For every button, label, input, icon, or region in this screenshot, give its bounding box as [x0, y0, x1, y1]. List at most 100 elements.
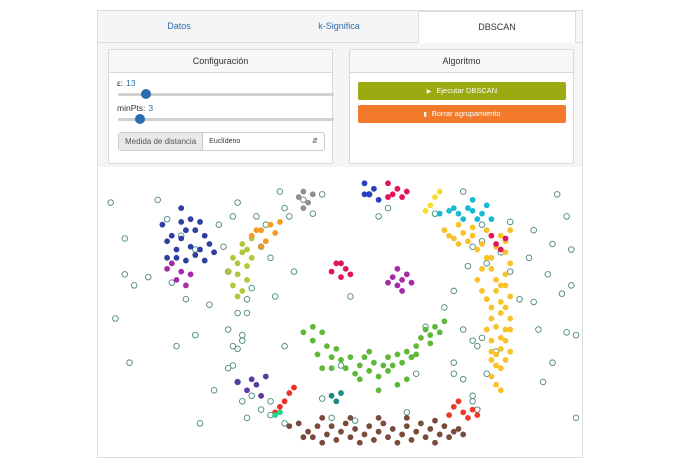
cluster-point [347, 414, 354, 421]
cluster-point [403, 414, 410, 421]
cluster-point [328, 365, 335, 372]
cluster-point [427, 202, 434, 209]
cluster-point [441, 227, 448, 234]
cluster-point [502, 337, 509, 344]
tab-dbscan[interactable]: DBSCAN [418, 11, 576, 43]
minpts-slider[interactable] [118, 114, 334, 124]
cluster-point [225, 268, 232, 275]
noise-point [553, 191, 561, 198]
noise-point [163, 215, 171, 223]
cluster-point [366, 348, 373, 355]
cluster-point [361, 180, 368, 187]
noise-point [173, 342, 180, 350]
cluster-point [450, 403, 457, 410]
cluster-point [488, 265, 495, 272]
cluster-point [173, 246, 180, 253]
noise-point [309, 210, 317, 217]
cluster-point [385, 368, 391, 374]
noise-point [478, 334, 486, 342]
cluster-point [338, 357, 344, 363]
cluster-point [418, 334, 424, 341]
cluster-point [230, 282, 236, 289]
cluster-point [267, 221, 274, 228]
cluster-point [497, 365, 504, 372]
noise-point [112, 315, 119, 322]
cluster-point [333, 398, 340, 405]
cluster-point [488, 337, 495, 344]
noise-point [535, 326, 542, 333]
cluster-point [319, 365, 326, 372]
cluster-point [234, 293, 241, 300]
cluster-point [394, 381, 401, 388]
scatter-plot[interactable] [98, 167, 583, 458]
noise-point [549, 359, 556, 366]
cluster-point [385, 194, 391, 200]
epsilon-slider-thumb[interactable] [141, 89, 152, 99]
cluster-point [300, 205, 307, 212]
cluster-point [380, 362, 387, 369]
scatter-plot-area[interactable] [98, 167, 583, 458]
cluster-point [319, 329, 326, 336]
cluster-point [375, 196, 382, 203]
cluster-point [371, 359, 377, 366]
cluster-point [201, 257, 208, 264]
cluster-point [488, 304, 495, 311]
cluster-point [234, 271, 241, 278]
cluster-point [333, 345, 340, 352]
tab-k-significa[interactable]: k-Significa [260, 11, 418, 42]
cluster-point [479, 210, 485, 217]
cluster-point [403, 348, 410, 355]
cluster-point [352, 426, 358, 432]
config-panel: Configuración ε: 13 minPts: 3 Medida de di… [108, 49, 334, 164]
cluster-point [314, 423, 321, 430]
cluster-point [338, 428, 344, 435]
cluster-point [432, 194, 438, 200]
noise-point [229, 362, 237, 369]
cluster-point [187, 271, 194, 278]
noise-point [281, 342, 288, 350]
run-dbscan-button[interactable]: ▶ Ejecutar DBSCAN [358, 82, 566, 100]
cluster-point [413, 428, 420, 435]
minpts-slider-thumb[interactable] [134, 114, 145, 124]
cluster-point [474, 276, 481, 283]
cluster-point [394, 185, 401, 192]
cluster-point [164, 254, 170, 261]
cluster-point [314, 351, 321, 358]
noise-point [572, 331, 580, 339]
play-icon: ▶ [426, 89, 432, 95]
cluster-point [394, 351, 401, 358]
cluster-point [497, 299, 504, 305]
cluster-point [455, 241, 462, 247]
noise-point [403, 409, 411, 416]
cluster-point [413, 351, 420, 358]
cluster-point [309, 191, 316, 198]
epsilon-label: ε: [117, 78, 124, 88]
distance-measure-select[interactable]: Euclídeno ⇵ [203, 133, 324, 150]
cluster-point [319, 414, 326, 421]
cluster-point [342, 420, 349, 427]
cluster-point [347, 271, 354, 278]
cluster-point [159, 221, 166, 228]
cluster-point [192, 227, 199, 234]
cluster-point [291, 384, 297, 391]
epsilon-slider[interactable] [118, 89, 334, 99]
noise-point [126, 359, 133, 366]
clear-clustering-button[interactable]: ▮ Borrar agrupamiento [358, 105, 566, 123]
noise-point [572, 414, 580, 422]
cluster-point [244, 387, 250, 394]
noise-point [239, 398, 246, 405]
cluster-point [436, 431, 443, 438]
cluster-point [465, 414, 471, 421]
cluster-point [474, 216, 481, 223]
tab-datos[interactable]: Datos [98, 11, 260, 42]
cluster-point [465, 238, 471, 245]
cluster-point [502, 326, 509, 333]
noise-point [276, 188, 284, 195]
cluster-point [281, 398, 288, 405]
noise-point [483, 260, 490, 267]
cluster-point [258, 392, 264, 399]
tab-bar: Datos k-Significa DBSCAN [98, 11, 582, 43]
noise-point [248, 284, 255, 292]
cluster-point [168, 232, 175, 239]
noise-point [375, 213, 382, 220]
